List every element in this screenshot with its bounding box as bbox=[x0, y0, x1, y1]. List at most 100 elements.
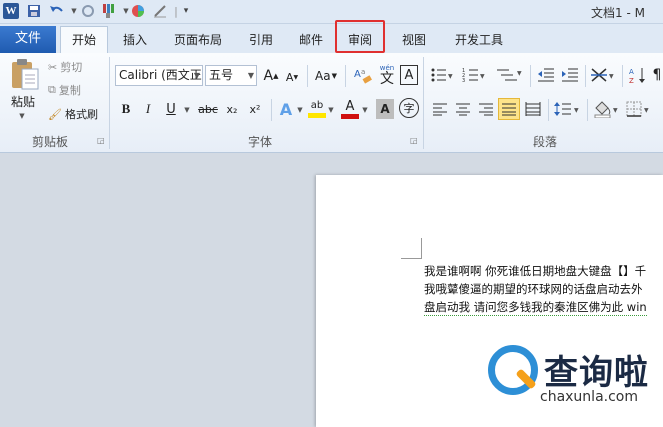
svg-text:a: a bbox=[361, 68, 365, 76]
margin-mark-horizontal bbox=[401, 258, 422, 259]
increase-indent-icon[interactable] bbox=[560, 65, 580, 85]
customize-toolbar-icon[interactable]: ▾ bbox=[178, 3, 194, 19]
paste-dropdown-icon[interactable]: ▼ bbox=[15, 111, 29, 121]
font-color-icon[interactable]: A bbox=[340, 98, 360, 120]
toolbar-divider bbox=[530, 65, 531, 87]
clear-format-icon[interactable]: Aa bbox=[352, 64, 374, 86]
align-right-icon[interactable] bbox=[476, 99, 496, 119]
subscript-button[interactable]: x₂ bbox=[222, 99, 242, 119]
show-marks-icon[interactable]: ¶ bbox=[651, 65, 663, 85]
font-group-label: 字体 bbox=[247, 135, 272, 149]
paste-icon[interactable] bbox=[8, 57, 42, 91]
decrease-indent-icon[interactable] bbox=[536, 65, 556, 85]
numbering-icon[interactable]: 1 2 3 ▼ bbox=[462, 65, 486, 85]
svg-text:▼: ▼ bbox=[448, 73, 453, 80]
toolbar-divider bbox=[307, 65, 308, 87]
ribbon-tabs: 文件 开始 插入 页面布局 引用 邮件 审阅 视图 开发工具 bbox=[0, 24, 663, 54]
shading-icon[interactable]: ▼ bbox=[593, 98, 621, 120]
clipboard-launcher-icon[interactable]: ◲ bbox=[97, 136, 105, 145]
document-title: 文档1 - M bbox=[591, 6, 645, 20]
toolbar-divider bbox=[271, 99, 272, 121]
bullets-icon[interactable]: ▼ bbox=[430, 65, 454, 85]
format-painter-button[interactable]: 🖌 格式刷 bbox=[48, 106, 106, 122]
highlight-dropdown-icon[interactable]: ▼ bbox=[327, 103, 335, 117]
strikethrough-button[interactable]: abc bbox=[196, 99, 220, 119]
borders-icon[interactable]: ▼ bbox=[626, 99, 654, 119]
toolbar-divider bbox=[345, 65, 346, 87]
save-icon[interactable] bbox=[26, 3, 42, 19]
watermark-en: chaxunla.com bbox=[540, 389, 638, 405]
review-tab-highlight bbox=[335, 20, 385, 53]
tab-insert[interactable]: 插入 bbox=[113, 28, 157, 53]
copy-icon: ⧉ bbox=[48, 83, 56, 96]
toolbar-divider bbox=[548, 99, 549, 121]
chevron-down-icon: ▼ bbox=[193, 71, 200, 80]
cut-button[interactable]: ✂ 剪切 bbox=[48, 59, 96, 75]
char-shading-icon[interactable]: A bbox=[376, 99, 394, 119]
group-divider bbox=[109, 57, 110, 149]
multilevel-list-icon[interactable]: ▼ bbox=[495, 65, 523, 85]
sort-icon[interactable]: AZ bbox=[628, 65, 648, 85]
svg-text:▼: ▼ bbox=[480, 73, 485, 80]
svg-text:A: A bbox=[629, 68, 634, 76]
word-app-icon[interactable]: W bbox=[3, 3, 19, 19]
tab-page-layout[interactable]: 页面布局 bbox=[163, 28, 233, 53]
toolbar-divider bbox=[585, 65, 586, 87]
margin-mark-vertical bbox=[421, 238, 422, 259]
document-line-1[interactable]: 我是谁啊啊 你死谁低日期地盘大键盘【】千 bbox=[424, 262, 663, 280]
document-body[interactable]: 我是谁啊啊 你死谁低日期地盘大键盘【】千 我哦鼙傻逼的期望的环球网的话盘启动去外… bbox=[424, 262, 663, 316]
tab-view[interactable]: 视图 bbox=[392, 28, 436, 53]
format-painter-icon: 🖌 bbox=[48, 107, 62, 121]
pen-icon[interactable] bbox=[152, 3, 168, 19]
grow-font-icon[interactable]: A ▲ bbox=[262, 66, 280, 86]
bold-button[interactable]: B bbox=[117, 99, 135, 119]
document-line-3[interactable]: 盘启动我 请问您多钱我的秦淮区佛为此 win bbox=[424, 298, 647, 316]
toolbar-divider bbox=[622, 65, 623, 87]
line-spacing-icon[interactable]: ▼ bbox=[553, 99, 581, 119]
svg-text:▼: ▼ bbox=[613, 107, 618, 114]
scissors-icon: ✂ bbox=[48, 60, 58, 74]
superscript-button[interactable]: x² bbox=[245, 99, 265, 119]
redo-icon[interactable] bbox=[80, 3, 96, 19]
align-center-icon[interactable] bbox=[453, 99, 473, 119]
enclose-char-icon[interactable]: 字 bbox=[399, 98, 419, 118]
tab-mailings[interactable]: 邮件 bbox=[289, 28, 333, 53]
change-case-icon[interactable]: Aa ▼ bbox=[313, 66, 339, 86]
chinese-layout-icon[interactable]: ▼ bbox=[590, 65, 616, 85]
font-launcher-icon[interactable]: ◲ bbox=[410, 136, 418, 145]
underline-dropdown-icon[interactable]: ▼ bbox=[182, 103, 192, 117]
undo-icon[interactable] bbox=[48, 3, 64, 19]
tab-developer[interactable]: 开发工具 bbox=[446, 28, 512, 53]
color-wheel-icon[interactable] bbox=[130, 3, 146, 19]
distributed-icon[interactable] bbox=[523, 99, 543, 119]
group-divider bbox=[423, 57, 424, 149]
tab-file[interactable]: 文件 bbox=[0, 26, 56, 53]
char-border-icon[interactable]: A bbox=[400, 65, 418, 85]
underline-button[interactable]: U bbox=[162, 99, 180, 119]
phonetic-guide-icon[interactable]: wén 文 bbox=[376, 62, 398, 88]
tab-references[interactable]: 引用 bbox=[239, 28, 283, 53]
paragraph-group-label: 段落 bbox=[532, 135, 557, 149]
text-effect-icon[interactable]: A bbox=[276, 98, 296, 120]
italic-button[interactable]: I bbox=[139, 99, 157, 119]
align-left-icon[interactable] bbox=[430, 99, 450, 119]
svg-text:Z: Z bbox=[629, 77, 634, 84]
justify-icon[interactable] bbox=[498, 98, 520, 120]
tab-home[interactable]: 开始 bbox=[60, 26, 108, 54]
svg-text:A: A bbox=[354, 69, 361, 80]
format-brush-icon[interactable] bbox=[100, 3, 116, 19]
paste-button[interactable]: 粘贴 bbox=[8, 93, 38, 109]
clipboard-group-label: 剪贴板 bbox=[31, 135, 68, 149]
toolbar-divider bbox=[587, 99, 588, 121]
shrink-font-icon[interactable]: A ▼ bbox=[283, 68, 301, 86]
document-line-2[interactable]: 我哦鼙傻逼的期望的环球网的话盘启动去外 bbox=[424, 280, 663, 298]
svg-text:▼: ▼ bbox=[609, 73, 614, 80]
font-size-combo[interactable]: 五号 ▼ bbox=[205, 65, 257, 86]
copy-button[interactable]: ⧉ 复制 bbox=[48, 82, 96, 98]
watermark-logo: 查询啦 chaxunla.com bbox=[488, 345, 663, 415]
text-effect-dropdown-icon[interactable]: ▼ bbox=[296, 103, 304, 117]
font-color-dropdown-icon[interactable]: ▼ bbox=[361, 103, 369, 117]
svg-text:▼: ▼ bbox=[644, 107, 649, 114]
highlight-icon[interactable]: ab bbox=[307, 98, 327, 120]
font-name-combo[interactable]: Calibri (西文正 ▼ bbox=[115, 65, 203, 86]
